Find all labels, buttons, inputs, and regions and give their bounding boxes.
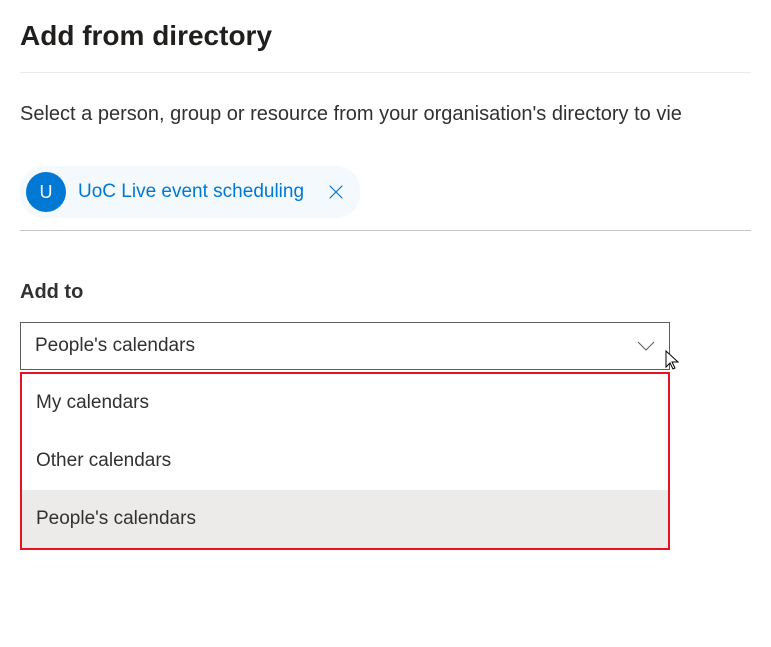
add-to-dropdown[interactable]: People's calendars: [20, 322, 670, 370]
chevron-down-icon: [637, 340, 655, 352]
instruction-text: Select a person, group or resource from …: [20, 103, 751, 126]
chip-underline: [20, 230, 751, 231]
chip-label: UoC Live event scheduling: [78, 181, 304, 203]
add-to-dropdown-list: My calendars Other calendars People's ca…: [20, 372, 670, 550]
add-to-label: Add to: [20, 281, 751, 304]
dropdown-option-other-calendars[interactable]: Other calendars: [22, 432, 668, 490]
dropdown-option-peoples-calendars[interactable]: People's calendars: [22, 490, 668, 548]
dropdown-option-my-calendars[interactable]: My calendars: [22, 374, 668, 432]
avatar: U: [26, 172, 66, 212]
selected-person-row: U UoC Live event scheduling: [20, 166, 751, 218]
person-chip[interactable]: U UoC Live event scheduling: [20, 166, 360, 218]
chip-remove-button[interactable]: [324, 180, 348, 204]
header-divider: [20, 72, 751, 73]
add-to-dropdown-wrapper: People's calendars: [20, 322, 670, 370]
close-icon: [328, 184, 344, 200]
page-title: Add from directory: [20, 20, 751, 52]
dropdown-selected-value: People's calendars: [35, 335, 195, 357]
